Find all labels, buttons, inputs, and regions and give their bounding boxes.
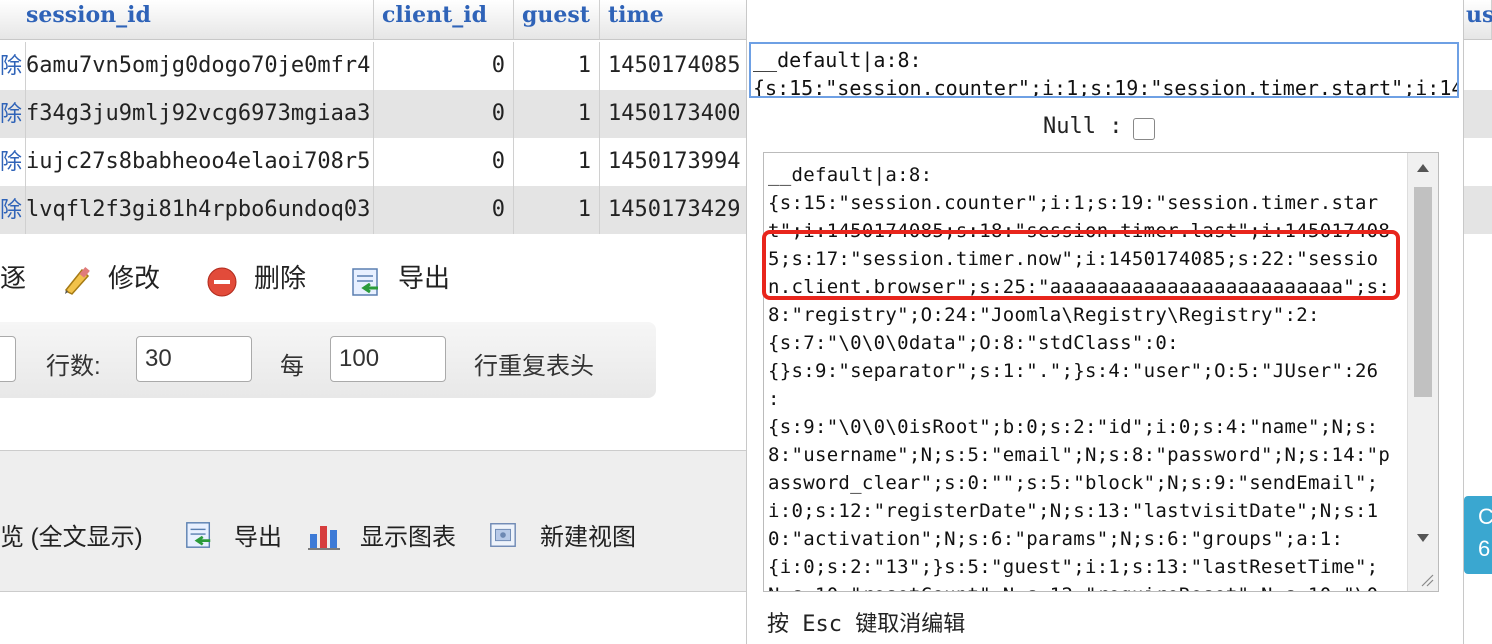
session-id-cell[interactable]: 6amu7vn5omjg0dogo70je0mfr4 xyxy=(26,42,374,90)
column-header-client-id[interactable]: client_id xyxy=(374,0,514,40)
delete-link[interactable]: 除 xyxy=(0,138,26,186)
guest-cell[interactable]: 1 xyxy=(514,90,600,138)
column-link[interactable]: time xyxy=(608,2,664,28)
time-cell[interactable]: 1450174085 xyxy=(600,42,748,90)
data-textarea[interactable]: __default|a:8: {s:15:"session.counter";i… xyxy=(763,152,1439,592)
time-cell[interactable]: 1450173400 xyxy=(600,90,748,138)
repeat-header-input[interactable]: 100 xyxy=(330,336,446,382)
every-label: 每 xyxy=(280,353,304,380)
view-icon[interactable] xyxy=(488,520,518,550)
guest-cell[interactable]: 1 xyxy=(514,42,600,90)
export-link[interactable]: 导出 xyxy=(234,517,282,552)
query-results-operations: 览 (全文显示) 导出 显示图表 新建视图 xyxy=(0,450,750,592)
session-id-cell[interactable]: lvqfl2f3gi81h4rpbo6undoq03 xyxy=(26,186,374,234)
resize-grip-icon[interactable] xyxy=(1418,571,1434,587)
column-link[interactable]: client_id xyxy=(382,2,487,28)
side-widget-text: 6 xyxy=(1478,536,1491,561)
textarea-scrollbar[interactable] xyxy=(1407,153,1438,591)
textarea-content: __default|a:8: {s:15:"session.counter";i… xyxy=(768,164,1391,591)
side-widget-text: C xyxy=(1478,504,1492,529)
client-id-cell[interactable]: 0 xyxy=(374,90,514,138)
time-cell[interactable]: 1450173994 xyxy=(600,138,748,186)
highlight-annotation xyxy=(762,230,1400,300)
delete-icon[interactable] xyxy=(206,266,238,298)
side-widget-button[interactable]: C 6 xyxy=(1464,496,1492,574)
fulltext-toggle[interactable]: 览 (全文显示) xyxy=(0,517,143,552)
session-id-cell[interactable]: f34g3ju9mlj92vcg6973mgiaa3 xyxy=(26,90,374,138)
column-link[interactable]: session_id xyxy=(26,2,151,28)
null-checkbox[interactable] xyxy=(1133,118,1155,140)
rows-label: 行数: xyxy=(46,353,101,380)
create-view-link[interactable]: 新建视图 xyxy=(540,517,636,552)
delete-link[interactable]: 除 xyxy=(0,186,26,234)
column-header-guest[interactable]: guest xyxy=(514,0,600,40)
guest-cell[interactable]: 1 xyxy=(514,138,600,186)
start-row-input[interactable] xyxy=(0,336,16,382)
client-id-cell[interactable]: 0 xyxy=(374,42,514,90)
time-cell[interactable]: 1450173429 xyxy=(600,186,748,234)
cell-value-line: {s:15:"session.counter";i:1;s:19:"sessio… xyxy=(753,76,1459,98)
session-id-cell[interactable]: iujc27s8babheoo4elaoi708r5 xyxy=(26,138,374,186)
scroll-down-icon[interactable] xyxy=(1416,533,1430,543)
guest-cell[interactable]: 1 xyxy=(514,186,600,234)
pagination-bar: 行数: 30 每 100 行重复表头 xyxy=(0,322,656,398)
display-chart-link[interactable]: 显示图表 xyxy=(360,517,456,552)
scroll-up-icon[interactable] xyxy=(1416,163,1430,173)
client-id-cell[interactable]: 0 xyxy=(374,138,514,186)
delete-link[interactable]: 除 xyxy=(0,90,26,138)
column-header-session-id[interactable]: session_id xyxy=(0,0,374,40)
scrollbar-thumb[interactable] xyxy=(1414,187,1432,397)
column-header-user[interactable]: us xyxy=(1462,0,1492,40)
escape-hint: 按 Esc 键取消编辑 xyxy=(767,612,966,637)
pencil-icon[interactable] xyxy=(62,264,94,296)
export-button[interactable]: 导出 xyxy=(398,258,450,295)
rows-count-input[interactable]: 30 xyxy=(136,336,252,382)
null-label: Null : xyxy=(1043,114,1123,139)
column-link[interactable]: guest xyxy=(522,2,590,28)
data-cell-editor[interactable]: __default|a:8: {s:15:"session.counter";i… xyxy=(749,42,1459,98)
export-icon[interactable] xyxy=(184,520,214,550)
edit-button[interactable]: 修改 xyxy=(108,258,160,295)
delete-link[interactable]: 除 xyxy=(0,42,26,90)
client-id-cell[interactable]: 0 xyxy=(374,186,514,234)
inline-edit-popup: __default|a:8: {s:15:"session.counter";i… xyxy=(746,0,1464,644)
column-header-time[interactable]: time xyxy=(600,0,748,40)
partial-action-label: 逐 xyxy=(0,263,27,293)
bar-chart-icon[interactable] xyxy=(308,520,340,550)
delete-button[interactable]: 删除 xyxy=(254,258,306,295)
cell-value-line: __default|a:8: xyxy=(753,48,922,72)
repeat-header-label: 行重复表头 xyxy=(474,353,594,380)
column-link[interactable]: us xyxy=(1466,2,1492,28)
export-icon[interactable] xyxy=(350,266,382,298)
